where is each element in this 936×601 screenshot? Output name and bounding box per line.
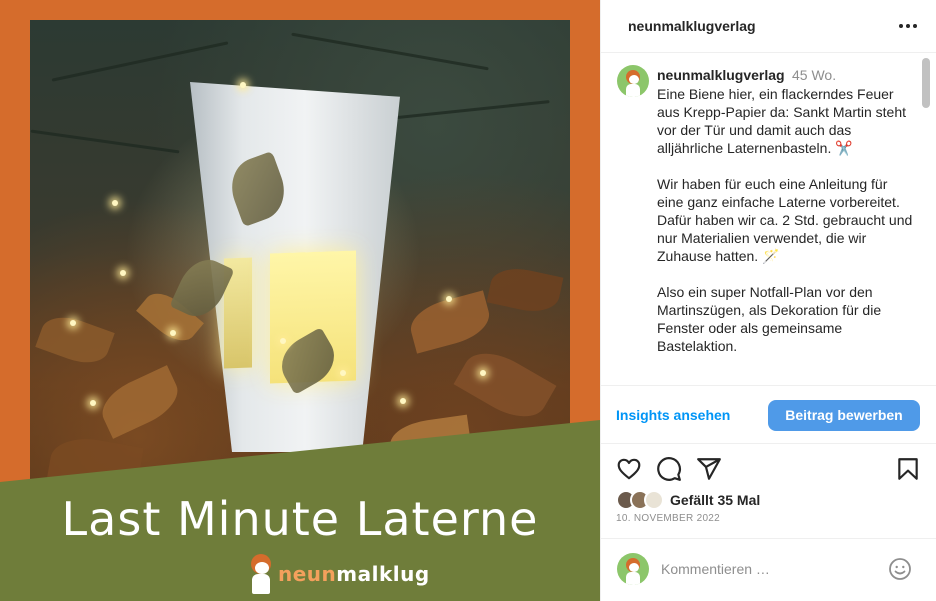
promote-post-button[interactable]: Beitrag bewerben xyxy=(768,400,920,431)
post-header: neunmalklugverlag xyxy=(601,0,936,53)
comment-input[interactable] xyxy=(661,559,871,579)
caption-paragraph: Eine Biene hier, ein flackerndes Feuer a… xyxy=(657,86,907,156)
caption-paragraph: Also ein super Notfall-Plan vor den Mart… xyxy=(657,284,882,354)
scrollbar[interactable] xyxy=(922,58,930,108)
caption-text: Eine Biene hier, ein flackerndes Feuer a… xyxy=(657,85,913,373)
liker-avatars xyxy=(616,490,668,510)
caption-area[interactable]: neunmalklugverlag 45 Wo. Eine Biene hier… xyxy=(601,54,936,385)
share-icon[interactable] xyxy=(696,456,722,482)
avatar xyxy=(644,490,664,510)
header-username[interactable]: neunmalklugverlag xyxy=(628,18,756,34)
brand-logo: neunmalklug xyxy=(248,552,430,596)
caption-username[interactable]: neunmalklugverlag xyxy=(657,67,785,83)
bookmark-icon[interactable] xyxy=(895,456,921,482)
emoji-icon[interactable] xyxy=(888,557,912,581)
mascot-icon xyxy=(248,554,274,594)
more-options-icon[interactable] xyxy=(897,16,919,36)
comment-icon[interactable] xyxy=(656,456,682,482)
avatar[interactable] xyxy=(617,65,649,97)
likes-row[interactable]: Gefällt 35 Mal xyxy=(616,489,760,511)
post-panel: neunmalklugverlag neunmalklugverlag 45 W… xyxy=(600,0,936,601)
comment-bar xyxy=(601,538,936,601)
promo-bar: Insights ansehen Beitrag bewerben xyxy=(601,385,936,444)
post-image[interactable]: Last Minute Laterne neunmalklug xyxy=(0,0,600,601)
brand-wordmark: neunmalklug xyxy=(278,562,430,586)
post-date: 10. NOVEMBER 2022 xyxy=(616,513,721,524)
action-bar xyxy=(601,456,936,486)
caption-paragraph: Wir haben für euch eine Anleitung für ei… xyxy=(657,176,913,264)
view-insights-link[interactable]: Insights ansehen xyxy=(616,407,730,423)
heart-icon[interactable] xyxy=(616,456,642,482)
caption-timestamp[interactable]: 45 Wo. xyxy=(792,67,836,83)
avatar xyxy=(617,553,649,585)
image-title: Last Minute Laterne xyxy=(61,492,539,546)
likes-count[interactable]: Gefällt 35 Mal xyxy=(670,492,760,508)
